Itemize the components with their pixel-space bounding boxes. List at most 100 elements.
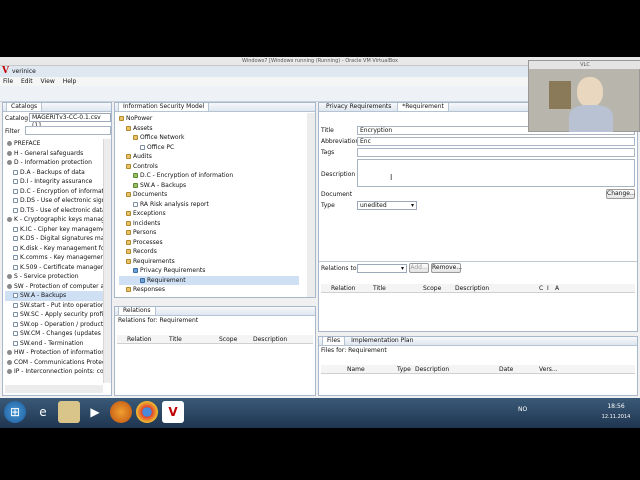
catalog-item[interactable]: K.IC - Cipher key management — [5, 225, 103, 235]
ie-icon[interactable]: e — [32, 401, 54, 423]
catalog-item[interactable]: S - Service protection — [5, 272, 103, 282]
change-button[interactable]: Change... — [606, 189, 636, 199]
catalog-item[interactable]: K.comms - Key management... — [5, 253, 103, 263]
abbreviation-field[interactable]: Enc — [357, 137, 635, 146]
catalog-item[interactable]: K.DS - Digital signatures management — [5, 234, 103, 244]
catalog-hscrollbar[interactable] — [5, 385, 103, 393]
firefox-icon[interactable] — [110, 401, 132, 423]
relations-to-select[interactable]: ▾ — [357, 264, 407, 273]
col-relation[interactable]: Relation — [127, 335, 151, 344]
catalog-item[interactable]: K.disk - Key management for ... — [5, 244, 103, 254]
col-version[interactable]: Vers... — [539, 365, 558, 374]
ism-tree-item[interactable]: RA Risk analysis report — [119, 200, 299, 210]
col-name[interactable]: Name — [347, 365, 365, 374]
catalog-item[interactable]: D.I - Integrity assurance — [5, 177, 103, 187]
ism-tree-item[interactable]: Exceptions — [119, 209, 299, 219]
col-title[interactable]: Title — [373, 284, 386, 293]
col-i[interactable]: I — [547, 284, 549, 293]
ism-tree-item[interactable]: Responses — [119, 285, 299, 295]
start-button-icon[interactable]: ⊞ — [4, 401, 26, 423]
catalog-item[interactable]: COM - Communications Protec... — [5, 358, 103, 368]
col-description[interactable]: Description — [253, 335, 287, 344]
catalog-item[interactable]: K.509 - Certificate management — [5, 263, 103, 273]
chrome-icon[interactable] — [136, 401, 158, 423]
ism-tree-item[interactable]: Requirements — [119, 257, 299, 267]
explorer-icon[interactable] — [58, 401, 80, 423]
col-title[interactable]: Title — [169, 335, 182, 344]
language-indicator[interactable]: NO — [518, 406, 527, 413]
tab-implementation-plan[interactable]: Implementation Plan — [347, 337, 417, 345]
ism-tree-item[interactable]: Privacy Requirements — [119, 266, 299, 276]
ism-tree-item[interactable]: Processes — [119, 238, 299, 248]
ism-tree-item[interactable]: Persons — [119, 228, 299, 238]
ism-tree-item[interactable]: Audits — [119, 152, 299, 162]
ism-header[interactable]: Information Security Model — [115, 103, 315, 112]
tab-ism[interactable]: Information Security Model — [118, 103, 210, 111]
catalog-item[interactable]: SW.SC - Apply security profile... — [5, 310, 103, 320]
col-c[interactable]: C — [539, 284, 543, 293]
col-scope[interactable]: Scope — [219, 335, 237, 344]
ism-tree-item[interactable]: SW.A - Backups — [119, 181, 299, 191]
col-a[interactable]: A — [555, 284, 559, 293]
catalog-select[interactable]: MAGERITv3-CC-0.1.csv (11... — [29, 113, 111, 129]
group-icon — [7, 217, 12, 222]
ism-tree-item[interactable]: Assets — [119, 124, 299, 134]
catalog-item[interactable]: PREFACE — [5, 139, 103, 149]
col-relation[interactable]: Relation — [331, 284, 355, 293]
col-description[interactable]: Description — [415, 365, 449, 374]
clock-date[interactable]: 12.11.2014 — [598, 414, 634, 420]
ism-tree-item[interactable]: Controls — [119, 162, 299, 172]
ism-tree-item[interactable]: Records — [119, 247, 299, 257]
ism-tree-item[interactable]: Office Network — [119, 133, 299, 143]
ism-tree-item[interactable]: D.C - Encryption of information — [119, 171, 299, 181]
media-player-icon[interactable]: ▶ — [84, 401, 106, 423]
catalog-item[interactable]: D - Information protection — [5, 158, 103, 168]
remove-button[interactable]: Remove... — [431, 263, 462, 273]
ism-tree-item[interactable]: Office PC — [119, 143, 299, 153]
catalog-item[interactable]: SW.A - Backups — [5, 291, 103, 301]
ism-tree-item[interactable]: Incidents — [119, 219, 299, 229]
tab-privacy-requirements[interactable]: Privacy Requirements — [322, 103, 395, 111]
col-scope[interactable]: Scope — [423, 284, 441, 293]
catalog-item[interactable]: HW - Protection of information... — [5, 348, 103, 358]
clock-time[interactable]: 18:56 — [598, 403, 634, 410]
col-type[interactable]: Type — [397, 365, 411, 374]
verinice-taskbar-icon[interactable]: V — [162, 401, 184, 423]
menu-view[interactable]: View — [38, 77, 58, 86]
tags-field[interactable] — [357, 148, 635, 157]
ism-tree-item[interactable]: NoPower — [119, 114, 299, 124]
menu-edit[interactable]: Edit — [18, 77, 36, 86]
catalog-item[interactable]: H - General safeguards — [5, 149, 103, 159]
relations-header[interactable]: Relations — [115, 307, 315, 316]
catalog-item[interactable]: SW - Protection of computer ap... — [5, 282, 103, 292]
type-select[interactable]: unedited ▾ — [357, 201, 417, 210]
col-date[interactable]: Date — [499, 365, 513, 374]
group-icon — [7, 283, 12, 289]
catalog-item[interactable]: D.TS - Use of electronic data... — [5, 206, 103, 216]
col-description[interactable]: Description — [455, 284, 489, 293]
ism-tree-item[interactable]: Documents — [119, 190, 299, 200]
tab-requirement[interactable]: *Requirement — [397, 103, 449, 111]
menu-help[interactable]: Help — [60, 77, 80, 86]
menu-file[interactable]: File — [0, 77, 16, 86]
catalog-item[interactable]: D.DS - Use of electronic signatures — [5, 196, 103, 206]
catalog-item[interactable]: IP - Interconnection points: com... — [5, 367, 103, 377]
ism-scrollbar[interactable] — [307, 113, 315, 297]
filter-input[interactable] — [25, 126, 111, 135]
description-field[interactable]: I — [357, 159, 635, 187]
catalog-item[interactable]: D.C - Encryption of information — [5, 187, 103, 197]
catalog-item[interactable]: SW.op - Operation / product... — [5, 320, 103, 330]
catalogs-header[interactable]: Catalogs — [3, 103, 111, 112]
tab-files[interactable]: Files — [322, 337, 346, 345]
catalog-item[interactable]: SW.CM - Changes (updates a... — [5, 329, 103, 339]
catalog-item[interactable]: SW.start - Put into operation — [5, 301, 103, 311]
catalog-item[interactable]: SW.end - Termination — [5, 339, 103, 349]
catalog-item[interactable]: D.A - Backups of data — [5, 168, 103, 178]
add-button[interactable]: Add... — [409, 263, 429, 273]
tab-catalogs[interactable]: Catalogs — [6, 103, 43, 111]
catalog-scrollbar[interactable] — [103, 139, 111, 383]
tab-relations[interactable]: Relations — [118, 307, 156, 315]
catalog-item[interactable]: K - Cryptographic keys management — [5, 215, 103, 225]
ism-tree-item[interactable]: Scenarios — [119, 295, 299, 297]
ism-tree-item[interactable]: Requirement — [119, 275, 299, 285]
